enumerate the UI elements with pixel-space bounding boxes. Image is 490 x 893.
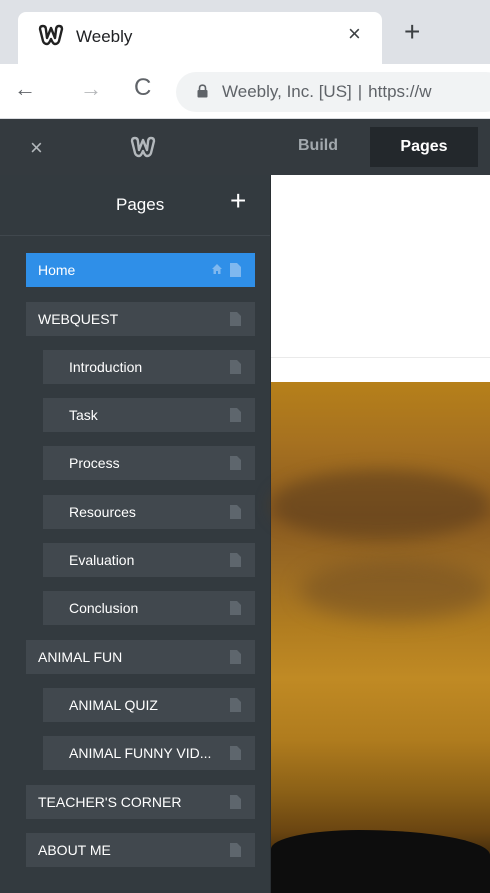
close-editor-icon[interactable]: × — [30, 135, 43, 161]
editor-top-bar: × Build Pages — [0, 119, 490, 175]
hero-image-cloud — [300, 560, 490, 620]
address-bar[interactable]: Weebly, Inc. [US] | https://w — [176, 72, 490, 112]
page-item-label: Process — [69, 455, 120, 471]
page-item-label: Home — [38, 262, 76, 278]
page-item-animal-fun[interactable]: ANIMAL FUN — [26, 640, 255, 674]
page-item-label: Conclusion — [69, 600, 139, 616]
page-item-label: ABOUT ME — [38, 842, 111, 858]
browser-tab-title: Weebly — [76, 27, 133, 46]
weebly-logo-icon[interactable] — [128, 136, 158, 158]
reload-icon[interactable]: C — [134, 74, 151, 102]
hero-image[interactable] — [271, 382, 490, 893]
sidebar-title: Pages — [116, 195, 165, 214]
page-item-webquest[interactable]: WEBQUEST — [26, 302, 255, 336]
site-identity: Weebly, Inc. [US] — [222, 82, 352, 101]
weebly-logo-icon — [38, 24, 64, 46]
home-icon — [212, 264, 222, 274]
address-url: https://w — [368, 82, 432, 101]
page-item-home[interactable]: Home — [26, 253, 255, 287]
page-icon[interactable] — [230, 263, 241, 277]
page-icon[interactable] — [230, 601, 241, 615]
page-item-introduction[interactable]: Introduction — [43, 350, 255, 384]
page-item-conclusion[interactable]: Conclusion — [43, 591, 255, 625]
browser-toolbar: ← → C Weebly, Inc. [US] | https://w — [0, 64, 490, 119]
page-item-label: Introduction — [69, 359, 143, 375]
page-icon[interactable] — [230, 746, 241, 760]
page-item-about-me[interactable]: ABOUT ME — [26, 833, 255, 867]
page-icon[interactable] — [230, 312, 241, 326]
page-icon[interactable] — [230, 456, 241, 470]
hero-image-silhouette — [271, 830, 490, 893]
tab-build[interactable]: Build — [298, 137, 338, 155]
back-arrow-icon[interactable]: ← — [14, 76, 36, 102]
page-item-label: Resources — [69, 504, 136, 520]
browser-tab-strip: Weebly × + — [0, 0, 490, 66]
lock-icon — [197, 84, 208, 98]
page-item-animal-funny-videos[interactable]: ANIMAL FUNNY VID... — [43, 736, 255, 770]
page-icon[interactable] — [230, 698, 241, 712]
page-icon[interactable] — [230, 650, 241, 664]
tab-pages[interactable]: Pages — [370, 127, 478, 167]
page-item-label: ANIMAL FUN — [38, 649, 123, 665]
hero-image-cloud — [271, 470, 490, 540]
page-icon[interactable] — [230, 408, 241, 422]
new-tab-button[interactable]: + — [404, 18, 420, 46]
page-item-label: Evaluation — [69, 552, 135, 568]
page-item-animal-quiz[interactable]: ANIMAL QUIZ — [43, 688, 255, 722]
browser-tab[interactable]: Weebly × — [18, 12, 382, 66]
page-icon[interactable] — [230, 360, 241, 374]
page-icon[interactable] — [230, 553, 241, 567]
header-divider — [271, 357, 490, 358]
sidebar-header: Pages + — [0, 175, 270, 236]
close-tab-icon[interactable]: × — [348, 21, 361, 47]
page-item-task[interactable]: Task — [43, 398, 255, 432]
page-item-teachers-corner[interactable]: TEACHER'S CORNER — [26, 785, 255, 819]
forward-arrow-icon[interactable]: → — [80, 76, 102, 102]
address-bar-text: Weebly, Inc. [US] | https://w — [222, 82, 431, 102]
add-page-button[interactable]: + — [230, 187, 246, 215]
page-icon[interactable] — [230, 795, 241, 809]
page-icon[interactable] — [230, 505, 241, 519]
address-separator: | — [357, 82, 363, 101]
page-item-label: Task — [69, 407, 98, 423]
page-item-label: ANIMAL FUNNY VID... — [69, 745, 212, 761]
page-item-label: TEACHER'S CORNER — [38, 794, 182, 810]
page-item-resources[interactable]: Resources — [43, 495, 255, 529]
page-icon[interactable] — [230, 843, 241, 857]
page-item-process[interactable]: Process — [43, 446, 255, 480]
page-item-label: ANIMAL QUIZ — [69, 697, 158, 713]
page-item-label: WEBQUEST — [38, 311, 119, 327]
page-item-evaluation[interactable]: Evaluation — [43, 543, 255, 577]
